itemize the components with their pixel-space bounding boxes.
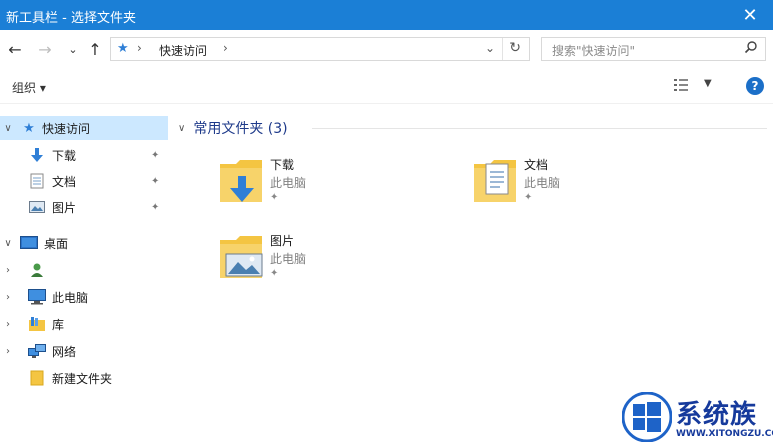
nav-label: 网络 [52, 344, 77, 359]
forward-button[interactable]: → [36, 39, 54, 59]
nav-item-quick-access[interactable]: ∨ ★ 快速访问 [0, 116, 168, 140]
help-button[interactable]: ? [746, 77, 764, 95]
windows-logo-icon [622, 392, 672, 442]
pin-icon[interactable]: ✦ [270, 192, 278, 203]
nav-label: 新建文件夹 [52, 371, 113, 386]
collapse-chevron-icon[interactable]: › [2, 292, 14, 303]
nav-label: 桌面 [44, 236, 69, 251]
nav-item-network[interactable]: › 网络 [0, 339, 168, 363]
folder-tile-downloads[interactable]: 下载 此电脑 ✦ [218, 154, 458, 218]
breadcrumb-separator-2[interactable]: › [223, 41, 228, 55]
network-icon [28, 343, 46, 359]
back-button[interactable]: ← [6, 39, 24, 59]
group-divider [312, 128, 767, 129]
nav-label: 此电脑 [52, 290, 89, 305]
nav-label: 文档 [52, 174, 77, 189]
user-icon [28, 262, 46, 278]
watermark-text: 系统族 [676, 400, 758, 430]
folder-icon [28, 370, 46, 386]
navigation-pane: ∨ ★ 快速访问 下载 ✦ 文档 ✦ 图片 ✦ ∨ 桌面 › › 此电脑 › 库… [0, 106, 172, 446]
pin-icon[interactable]: ✦ [524, 192, 532, 203]
picture-icon [28, 199, 46, 215]
nav-label: 图片 [52, 200, 77, 215]
watermark: 系统族 WWW.XITONGZU.COM [620, 388, 773, 446]
nav-item-downloads[interactable]: 下载 ✦ [0, 143, 168, 167]
nav-label: 下载 [52, 148, 77, 163]
download-arrow-icon [28, 147, 46, 163]
collapse-chevron-icon[interactable]: › [2, 265, 14, 276]
pictures-folder-icon [218, 230, 266, 282]
nav-label: 库 [52, 317, 65, 332]
address-divider [502, 38, 503, 60]
nav-label: 快速访问 [42, 121, 91, 136]
address-row: ← → ⌄ ↑ ★ › 快速访问 › ⌄ ↻ 搜索"快速访问" [0, 30, 773, 68]
nav-item-documents[interactable]: 文档 ✦ [0, 169, 168, 193]
star-icon: ★ [23, 120, 35, 136]
search-placeholder: 搜索"快速访问" [552, 44, 636, 58]
documents-folder-icon [472, 154, 520, 206]
nav-item-this-pc[interactable]: › 此电脑 [0, 285, 168, 309]
breadcrumb-separator: › [137, 41, 142, 55]
expand-chevron-icon[interactable]: ∨ [2, 123, 14, 134]
folder-name: 下载 [270, 158, 295, 172]
breadcrumb-quick-access[interactable]: 快速访问 [159, 42, 207, 59]
folder-tile-documents[interactable]: 文档 此电脑 ✦ [472, 154, 712, 218]
group-chevron-icon[interactable]: ∨ [178, 123, 185, 134]
change-view-icon[interactable] [674, 78, 688, 92]
address-dropdown-button[interactable]: ⌄ [485, 41, 495, 55]
folder-tile-pictures[interactable]: 图片 此电脑 ✦ [218, 230, 458, 294]
pin-icon[interactable]: ✦ [151, 176, 159, 187]
folder-location: 此电脑 [524, 176, 561, 190]
title-bar: 新工具栏 - 选择文件夹 ✕ [0, 0, 773, 30]
folder-location: 此电脑 [270, 252, 307, 266]
search-box[interactable]: 搜索"快速访问" [541, 37, 766, 61]
window-title: 新工具栏 - 选择文件夹 [6, 11, 136, 26]
nav-item-new-folder[interactable]: 新建文件夹 [0, 366, 168, 390]
library-icon [28, 316, 46, 332]
pin-icon[interactable]: ✦ [151, 150, 159, 161]
refresh-button[interactable]: ↻ [509, 40, 521, 56]
command-bar: 组织 ▾ ▼ ? [0, 68, 773, 104]
view-options-dropdown[interactable]: ▼ [704, 78, 712, 89]
document-icon [28, 173, 46, 189]
group-header-frequent-folders[interactable]: ∨ 常用文件夹 (3) [178, 118, 288, 138]
nav-item-user[interactable]: › [0, 258, 168, 282]
folder-location: 此电脑 [270, 176, 307, 190]
search-icon[interactable] [744, 40, 758, 58]
collapse-chevron-icon[interactable]: › [2, 346, 14, 357]
recent-locations-button[interactable]: ⌄ [64, 39, 82, 59]
expand-chevron-icon[interactable]: ∨ [2, 238, 14, 249]
close-button[interactable]: ✕ [727, 0, 773, 30]
pin-icon[interactable]: ✦ [270, 268, 278, 279]
folder-name: 文档 [524, 158, 549, 172]
nav-item-desktop[interactable]: ∨ 桌面 [0, 231, 168, 255]
collapse-chevron-icon[interactable]: › [2, 319, 14, 330]
computer-icon [28, 289, 46, 305]
up-button[interactable]: ↑ [86, 39, 104, 59]
nav-item-pictures[interactable]: 图片 ✦ [0, 195, 168, 219]
address-bar[interactable]: ★ › 快速访问 › ⌄ ↻ [110, 37, 530, 61]
downloads-folder-icon [218, 154, 266, 206]
desktop-icon [20, 235, 38, 251]
group-title: 常用文件夹 (3) [193, 121, 288, 137]
nav-item-library[interactable]: › 库 [0, 312, 168, 336]
quick-access-pin-icon: ★ [117, 41, 129, 56]
folder-name: 图片 [270, 234, 295, 248]
watermark-url: WWW.XITONGZU.COM [676, 429, 773, 439]
pin-icon[interactable]: ✦ [151, 202, 159, 213]
organize-menu[interactable]: 组织 ▾ [12, 79, 46, 96]
